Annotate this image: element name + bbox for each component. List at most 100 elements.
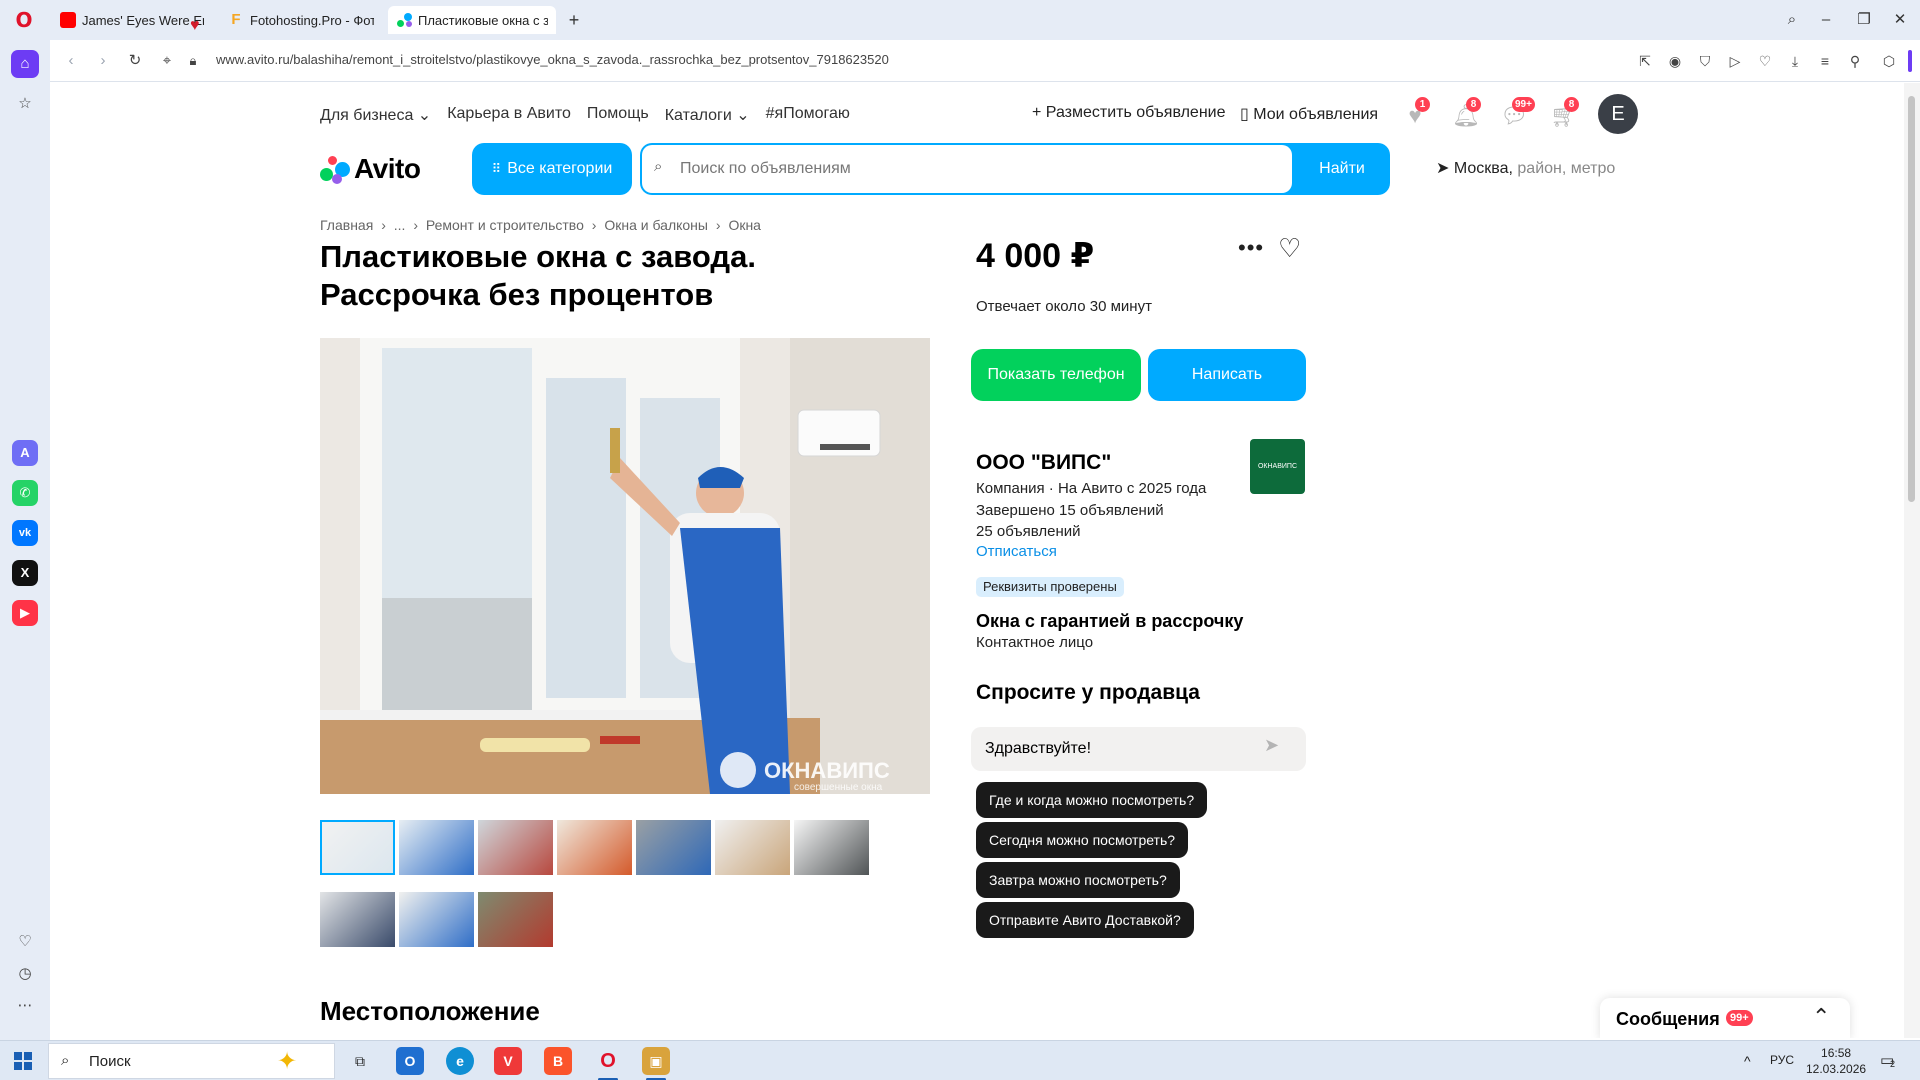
thumbnail[interactable] — [794, 820, 869, 875]
camera-icon[interactable]: ◉ — [1664, 50, 1686, 72]
brave-icon[interactable]: B — [544, 1047, 572, 1075]
play-icon[interactable]: ▷ — [1724, 50, 1746, 72]
aria-icon[interactable]: A — [12, 440, 38, 466]
avito-dots-icon — [320, 154, 350, 184]
seller-name[interactable]: ООО "ВИПС" — [976, 451, 1111, 475]
search-button[interactable]: Найти — [1294, 143, 1390, 195]
extensions-cube-icon[interactable]: ⬡ — [1878, 50, 1900, 72]
page-scrollbar-thumb[interactable] — [1908, 96, 1915, 502]
taskbar-clock[interactable]: 16:58 12.03.2026 — [1806, 1045, 1866, 1077]
heart-sidebar-icon[interactable]: ♡ — [11, 928, 39, 956]
history-clock-icon[interactable]: ◷ — [11, 960, 39, 988]
link-catalogs[interactable]: Каталоги ⌄ — [665, 105, 750, 125]
favorite-heart-icon[interactable]: ♡ — [1278, 233, 1301, 264]
ask-seller-input[interactable] — [971, 727, 1306, 771]
favorites-badge: 1 — [1415, 97, 1430, 112]
back-button[interactable]: ‹ — [60, 50, 82, 72]
thumbnail[interactable] — [399, 892, 474, 947]
opera-sidebar: ⌂ ☆ A ✆ vk X ▶ ♡ ◷ ⋯ — [0, 40, 50, 1040]
more-options-icon[interactable]: ••• — [1238, 235, 1264, 261]
my-ads-link[interactable]: ▯ Мои объявления — [1240, 104, 1378, 124]
link-business[interactable]: Для бизнеса ⌄ — [320, 105, 431, 125]
thumbnail[interactable] — [320, 892, 395, 947]
windows-start-icon[interactable] — [14, 1052, 32, 1070]
outlook-icon[interactable]: O — [396, 1047, 424, 1075]
post-ad-link[interactable]: + Разместить объявление — [1032, 104, 1226, 122]
more-dots-icon[interactable]: ⋯ — [11, 992, 39, 1020]
opera-logo-icon[interactable]: O — [12, 8, 36, 32]
close-window-button[interactable]: ✕ — [1888, 8, 1912, 32]
download-icon[interactable]: ⤓ — [1784, 50, 1806, 72]
menu-lines-icon[interactable]: ≡ — [1814, 50, 1836, 72]
seller-company-info: Компания · На Авито с 2025 года — [976, 480, 1207, 497]
bookmark-heart-icon[interactable]: ♡ — [1754, 50, 1776, 72]
crumb-windows[interactable]: Окна — [728, 217, 761, 233]
messages-panel[interactable]: Сообщения 99+ ⌃ — [1600, 998, 1850, 1038]
thumbnail[interactable] — [478, 892, 553, 947]
quick-question-chip[interactable]: Где и когда можно посмотреть? — [976, 782, 1208, 818]
reload-button[interactable]: ↻ — [124, 50, 146, 72]
vk-icon[interactable]: vk — [12, 520, 38, 546]
restore-button[interactable]: ❐ — [1852, 8, 1876, 32]
cart-badge: 8 — [1564, 97, 1579, 112]
whatsapp-icon[interactable]: ✆ — [12, 480, 38, 506]
language-indicator[interactable]: РУС — [1770, 1053, 1794, 1067]
link-career[interactable]: Карьера в Авито — [447, 105, 571, 125]
new-tab-button[interactable]: + — [564, 10, 584, 30]
lock-icon[interactable]: 🔒︎ — [182, 50, 204, 72]
notification-icon[interactable]: ▭ 2 — [1880, 1051, 1902, 1071]
unsubscribe-link[interactable]: Отписаться — [976, 543, 1057, 560]
location-selector[interactable]: ➤ Москва, район, метро — [1436, 158, 1615, 178]
chevron-up-icon[interactable]: ⌃ — [1812, 1004, 1830, 1030]
show-phone-button[interactable]: Показать телефон — [971, 349, 1141, 401]
url-text[interactable]: www.avito.ru/balashiha/remont_i_stroitel… — [216, 52, 889, 67]
tray-chevron-up-icon[interactable]: ^ — [1744, 1053, 1751, 1069]
star-icon[interactable]: ☆ — [11, 90, 39, 118]
avito-logo[interactable]: Avito — [320, 151, 421, 187]
link-help-hashtag[interactable]: #яПомогаю — [766, 105, 850, 125]
profile-icon[interactable]: ⚲ — [1844, 50, 1866, 72]
tab-avito[interactable]: Пластиковые окна с заво — [388, 6, 556, 34]
x-twitter-icon[interactable]: X — [12, 560, 38, 586]
send-arrow-icon[interactable]: ➤ — [1264, 735, 1279, 756]
thumbnail[interactable] — [399, 820, 474, 875]
write-message-button[interactable]: Написать — [1148, 349, 1306, 401]
opera-taskbar-icon[interactable]: O — [594, 1047, 622, 1075]
thumbnail[interactable] — [557, 820, 632, 875]
tab-search-icon[interactable]: ⌕ — [1780, 8, 1804, 32]
thumbnail[interactable] — [320, 820, 395, 875]
forward-button[interactable]: › — [92, 50, 114, 72]
location-pin-icon[interactable]: ⌖ — [156, 50, 178, 72]
link-help[interactable]: Помощь — [587, 105, 649, 125]
thumbnail[interactable] — [636, 820, 711, 875]
thumbnail[interactable] — [715, 820, 790, 875]
edge-icon[interactable]: e — [446, 1047, 474, 1075]
crumb-ellipsis[interactable]: ... — [394, 217, 406, 233]
all-categories-button[interactable]: ⠿ Все категории — [472, 143, 632, 195]
quick-question-chip[interactable]: Отправите Авито Доставкой? — [976, 902, 1194, 938]
task-view-icon[interactable]: ⧉ — [346, 1047, 374, 1075]
crumb-home[interactable]: Главная — [320, 217, 373, 233]
seller-logo[interactable]: ОКНАВИПС — [1250, 439, 1305, 494]
seller-ads-count[interactable]: 25 объявлений — [976, 523, 1081, 540]
windows-taskbar: ⌕ Поиск ✦ ⧉ O e V B O ▣ ^ РУС 16:58 12.0… — [0, 1040, 1920, 1080]
crumb-windows-balconies[interactable]: Окна и балконы — [604, 217, 708, 233]
minimize-button[interactable]: – — [1814, 8, 1838, 32]
taskbar-search[interactable]: ⌕ Поиск ✦ — [48, 1043, 335, 1079]
crumb-repair[interactable]: Ремонт и строительство — [426, 217, 584, 233]
music-player-icon[interactable]: ▶ — [12, 600, 38, 626]
game-app-icon[interactable]: ▣ — [642, 1047, 670, 1075]
tab-fotohosting[interactable]: F Fotohosting.Pro - Фотохо — [220, 6, 382, 34]
home-icon[interactable]: ⌂ — [11, 50, 39, 78]
vivaldi-icon[interactable]: V — [494, 1047, 522, 1075]
user-avatar[interactable]: E — [1598, 94, 1638, 134]
shield-icon[interactable]: ⛉ — [1694, 50, 1716, 72]
share-icon[interactable]: ⇱ — [1634, 50, 1656, 72]
tab-youtube[interactable]: James' Eyes Were Empty — [52, 6, 212, 34]
main-photo[interactable]: ОКНАВИПС совершенные окна — [320, 338, 930, 794]
quick-question-chip[interactable]: Завтра можно посмотреть? — [976, 862, 1180, 898]
thumbnail[interactable] — [478, 820, 553, 875]
ask-seller-title: Спросите у продавца — [976, 681, 1200, 704]
quick-question-chip[interactable]: Сегодня можно посмотреть? — [976, 822, 1189, 858]
search-input[interactable] — [642, 145, 1292, 193]
